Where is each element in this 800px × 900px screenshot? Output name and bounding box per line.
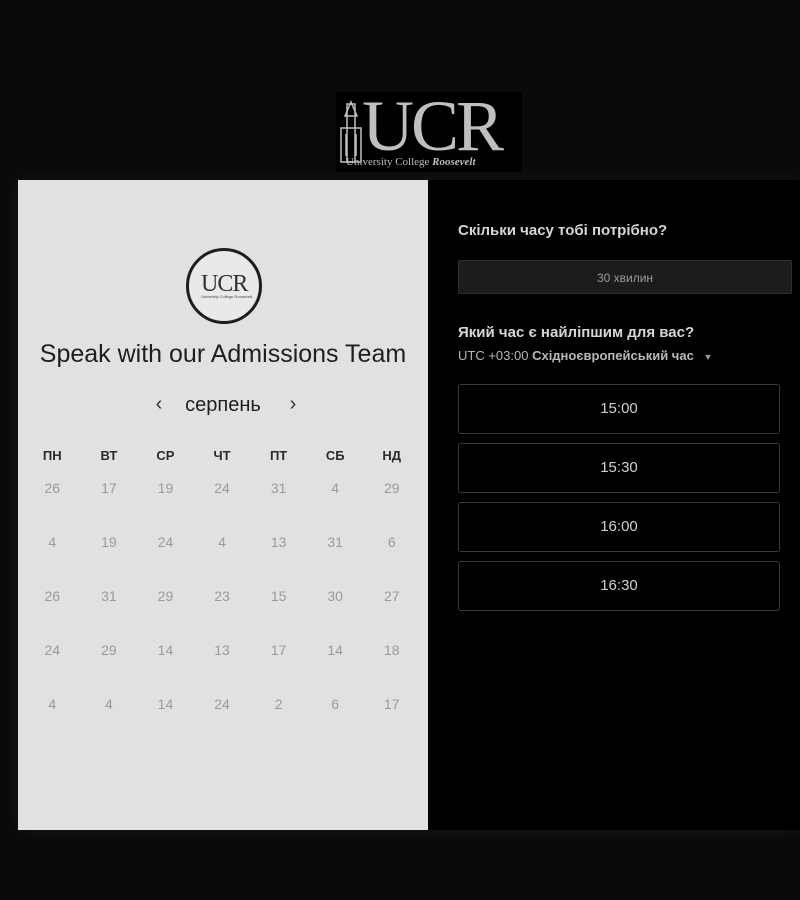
- calendar-day[interactable]: 4: [81, 696, 138, 750]
- calendar-day[interactable]: 15: [250, 588, 307, 642]
- calendar-day[interactable]: 4: [24, 534, 81, 588]
- calendar-day[interactable]: 13: [194, 642, 251, 696]
- duration-question: Скільки часу тобі потрібно?: [458, 222, 668, 239]
- calendar-day[interactable]: 6: [363, 534, 420, 588]
- calendar-day[interactable]: 17: [81, 480, 138, 534]
- calendar-day[interactable]: 29: [137, 588, 194, 642]
- calendar-day[interactable]: 17: [250, 642, 307, 696]
- calendar-week: 4 4 14 24 2 6 17: [24, 696, 420, 750]
- calendar-day[interactable]: 14: [137, 696, 194, 750]
- calendar-week: 26 17 19 24 31 4 29: [24, 480, 420, 534]
- chevron-left-icon[interactable]: ‹: [150, 392, 168, 416]
- calendar-grid: 26 17 19 24 31 4 29 4 19 24 4 13 31 6 26…: [24, 480, 420, 750]
- weekday-label: СБ: [325, 448, 345, 463]
- circle-logo-subtitle: University College Roosevelt: [201, 294, 253, 299]
- calendar-day[interactable]: 26: [24, 480, 81, 534]
- calendar-week: 24 29 14 13 17 14 18: [24, 642, 420, 696]
- timezone-offset: UTC +03:00: [458, 348, 529, 363]
- tower-icon: [340, 100, 362, 163]
- weekday-label: ПН: [42, 448, 62, 463]
- logo-subtitle: University College Roosevelt: [346, 156, 476, 168]
- month-label: серпень: [185, 394, 261, 416]
- time-slot-button[interactable]: 15:00: [458, 384, 780, 434]
- calendar-day[interactable]: 4: [194, 534, 251, 588]
- caret-down-icon: ▼: [703, 352, 713, 362]
- circle-logo: UCR University College Roosevelt: [186, 248, 262, 324]
- calendar-day[interactable]: 29: [363, 480, 420, 534]
- page-title: Speak with our Admissions Team: [39, 340, 407, 368]
- timezone-select[interactable]: UTC +03:00 Східноєвропейський час ▼: [458, 348, 712, 363]
- calendar-day[interactable]: 23: [194, 588, 251, 642]
- calendar-day[interactable]: 29: [81, 642, 138, 696]
- weekday-label: НД: [382, 448, 402, 463]
- chevron-right-icon[interactable]: ›: [284, 392, 302, 416]
- month-navigation: ‹ серпень ›: [138, 390, 308, 420]
- timezone-name: Східноєвропейський час: [532, 348, 694, 363]
- weekday-header: ПН ВТ СР ЧТ ПТ СБ НД: [24, 448, 420, 463]
- calendar-day[interactable]: 24: [194, 480, 251, 534]
- duration-select[interactable]: 30 хвилин: [458, 260, 792, 294]
- calendar-day[interactable]: 17: [363, 696, 420, 750]
- calendar-week: 4 19 24 4 13 31 6: [24, 534, 420, 588]
- calendar-day[interactable]: 31: [81, 588, 138, 642]
- calendar-day[interactable]: 6: [307, 696, 364, 750]
- calendar-day[interactable]: 2: [250, 696, 307, 750]
- calendar-day[interactable]: 24: [137, 534, 194, 588]
- calendar-day[interactable]: 26: [24, 588, 81, 642]
- ucr-header-logo: UCR University College Roosevelt: [336, 86, 522, 172]
- calendar-day[interactable]: 31: [250, 480, 307, 534]
- scheduler-modal: UCR University College Roosevelt Speak w…: [18, 180, 800, 830]
- time-question: Який час є найліпшим для вас?: [458, 324, 695, 341]
- calendar-panel: UCR University College Roosevelt Speak w…: [18, 180, 428, 830]
- calendar-day[interactable]: 13: [250, 534, 307, 588]
- time-selection-panel: Скільки часу тобі потрібно? 30 хвилин Як…: [428, 180, 800, 830]
- calendar-day[interactable]: 27: [363, 588, 420, 642]
- logo-mark: UCR: [362, 86, 504, 166]
- calendar-day[interactable]: 31: [307, 534, 364, 588]
- calendar-day[interactable]: 4: [24, 696, 81, 750]
- calendar-day[interactable]: 24: [24, 642, 81, 696]
- time-slot-button[interactable]: 15:30: [458, 443, 780, 493]
- time-slot-button[interactable]: 16:00: [458, 502, 780, 552]
- calendar-day[interactable]: 24: [194, 696, 251, 750]
- weekday-label: СР: [156, 448, 175, 463]
- calendar-day[interactable]: 18: [363, 642, 420, 696]
- calendar-week: 26 31 29 23 15 30 27: [24, 588, 420, 642]
- calendar-day[interactable]: 14: [137, 642, 194, 696]
- weekday-label: ВТ: [100, 448, 118, 463]
- weekday-label: ЧТ: [213, 448, 231, 463]
- time-slot-button[interactable]: 16:30: [458, 561, 780, 611]
- calendar-day[interactable]: 4: [307, 480, 364, 534]
- calendar-day[interactable]: 19: [81, 534, 138, 588]
- weekday-label: ПТ: [269, 448, 288, 463]
- calendar-day[interactable]: 19: [137, 480, 194, 534]
- calendar-day[interactable]: 30: [307, 588, 364, 642]
- calendar-day[interactable]: 14: [307, 642, 364, 696]
